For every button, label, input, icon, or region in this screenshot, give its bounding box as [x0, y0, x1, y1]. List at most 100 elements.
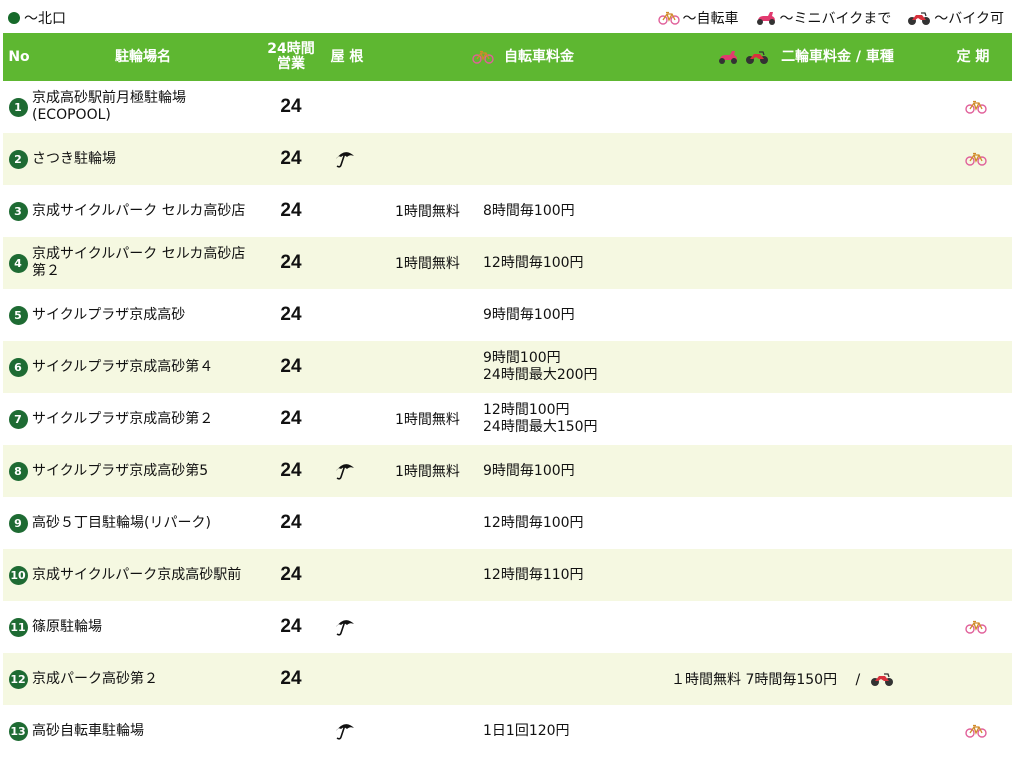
table-row: 9 高砂５丁目駐輪場(リパーク) 24 12時間毎100円: [3, 497, 1012, 549]
number-badge: 6: [8, 357, 28, 377]
parking-name: 篠原駐輪場: [32, 601, 272, 653]
parking-name-line1: 京成高砂駅前月極駐輪場: [32, 90, 186, 106]
roof-cell: [331, 133, 359, 185]
parking-name: 高砂自転車駐輪場: [32, 705, 272, 757]
parking-name-line1: サイクルプラザ京成高砂第４: [32, 358, 214, 375]
parking-name-line1: 京成サイクルパーク セルカ高砂店: [32, 202, 246, 219]
teiki-cell: [961, 81, 991, 133]
umbrella-icon: [336, 464, 354, 480]
bicycle-price: 8時間毎100円: [483, 185, 663, 237]
legend-motorbike: ～バイク可: [907, 8, 1004, 28]
bicycle-price: 12時間毎100円: [483, 237, 663, 289]
number-badge: 9: [8, 513, 28, 533]
row-number: 12: [8, 653, 28, 705]
parking-name: 京成パーク高砂第２: [32, 653, 272, 705]
teiki-cell: [961, 705, 991, 757]
bicycle-icon: [965, 100, 987, 114]
price-line1: 9時間毎100円: [483, 306, 575, 323]
parking-name-line2: 第２: [32, 263, 60, 279]
price-line1: 12時間毎100円: [483, 514, 584, 531]
row-number: 3: [8, 185, 28, 237]
row-number: 7: [8, 393, 28, 445]
open-24h: 24: [280, 668, 302, 689]
parking-name: 京成サイクルパーク セルカ高砂店 第２: [32, 237, 272, 289]
parking-name-line1: 京成パーク高砂第２: [32, 670, 158, 687]
number-badge: 3: [8, 201, 28, 221]
table-row: 8 サイクルプラザ京成高砂第5 24 1時間無料 9時間毎100円: [3, 445, 1012, 497]
row-number: 11: [8, 601, 28, 653]
bicycle-icon: [965, 100, 987, 114]
bicycle-price: 9時間毎100円: [483, 289, 663, 341]
roof-cell: [331, 705, 359, 757]
moto-price: １時間無料 7時間毎150円 /: [671, 653, 943, 705]
bicycle-icon: [965, 152, 987, 166]
number-badge: 2: [8, 149, 28, 169]
parking-name: サイクルプラザ京成高砂第２: [32, 393, 272, 445]
table-row: 13 高砂自転車駐輪場 1日1回120円: [3, 705, 1012, 757]
price-line2: 24時間最大150円: [483, 419, 598, 435]
parking-name: サイクルプラザ京成高砂第5: [32, 445, 272, 497]
open-24h: 24: [280, 616, 302, 637]
open-24h: 24: [280, 512, 302, 533]
number-badge: 11: [8, 617, 28, 637]
parking-name-line1: さつき駐輪場: [32, 150, 116, 167]
number-badge: 13: [8, 721, 28, 741]
bicycle-icon: [965, 724, 987, 738]
number-badge: 12: [8, 669, 28, 689]
open-24h: 24: [280, 356, 302, 377]
price-line2: 24時間最大200円: [483, 367, 598, 383]
teiki-cell: [961, 133, 991, 185]
bicycle-icon: [472, 50, 494, 64]
motorbike-icon: [908, 12, 931, 25]
header-24h: 24時間 営業: [267, 41, 315, 72]
parking-name-line1: 高砂５丁目駐輪場(リパーク): [32, 514, 211, 531]
price-line1: 9時間100円: [483, 350, 561, 366]
motorbike-icon: [907, 10, 931, 26]
parking-name-line1: 高砂自転車駐輪場: [32, 722, 144, 739]
header-roof: 屋 根: [330, 48, 364, 65]
bicycle-price: 1日1回120円: [483, 705, 663, 757]
scooter-icon: [756, 12, 775, 25]
scooter-icon: [755, 10, 777, 26]
number-badge: 1: [8, 97, 28, 117]
number-badge: 10: [8, 565, 28, 585]
row-number: 4: [8, 237, 28, 289]
row-number: 8: [8, 445, 28, 497]
bicycle-price: 12時間毎100円: [483, 497, 663, 549]
table-row: 12 京成パーク高砂第２ 24 １時間無料 7時間毎150円 /: [3, 653, 1012, 705]
bicycle-icon: [965, 620, 987, 634]
umbrella-icon: [334, 149, 356, 169]
row-number: 9: [8, 497, 28, 549]
open-24h: 24: [280, 408, 302, 429]
free-time: 1時間無料: [395, 464, 460, 480]
parking-name-line1: 京成サイクルパーク京成高砂駅前: [32, 566, 242, 583]
motorbike-icon: [870, 671, 894, 687]
parking-name: 京成サイクルパーク セルカ高砂店: [32, 185, 272, 237]
scooter-icon: [717, 49, 739, 65]
scooter-icon: [719, 51, 738, 64]
parking-name: サイクルプラザ京成高砂第４: [32, 341, 272, 393]
open-24h: 24: [280, 460, 302, 481]
vehicle-legend: ～自転車 ～ミニバイクまで ～バイク可: [657, 8, 1004, 28]
parking-name: 高砂５丁目駐輪場(リパーク): [32, 497, 272, 549]
header-moto-fee: 二輪車料金 / 車種: [698, 33, 913, 81]
row-number: 5: [8, 289, 28, 341]
motorbike-icon: [746, 51, 769, 64]
open-24h: 24: [280, 148, 302, 169]
price-line1: 12時間100円: [483, 402, 570, 418]
bicycle-price: 12時間毎110円: [483, 549, 663, 601]
row-number: 10: [8, 549, 28, 601]
table-row: 1 京成高砂駅前月極駐輪場 (ECOPOOL) 24: [3, 81, 1012, 133]
header-no: No: [8, 48, 30, 65]
free-time: 1時間無料: [395, 412, 460, 428]
top-bar: ～北口 ～自転車 ～ミニバイクまで ～バイク可: [0, 0, 1014, 32]
parking-name: 京成高砂駅前月極駐輪場 (ECOPOOL): [32, 81, 272, 133]
parking-name-line1: サイクルプラザ京成高砂: [32, 306, 186, 323]
parking-name: さつき駐輪場: [32, 133, 272, 185]
parking-name-line1: 京成サイクルパーク セルカ高砂店: [32, 246, 246, 262]
table-row: 7 サイクルプラザ京成高砂第２ 24 1時間無料 12時間100円 24時間最大150円: [3, 393, 1012, 445]
teiki-cell: [961, 601, 991, 653]
parking-name: 京成サイクルパーク京成高砂駅前: [32, 549, 272, 601]
table-row: 3 京成サイクルパーク セルカ高砂店 24 1時間無料 8時間毎100円: [3, 185, 1012, 237]
open-24h: 24: [280, 304, 302, 325]
